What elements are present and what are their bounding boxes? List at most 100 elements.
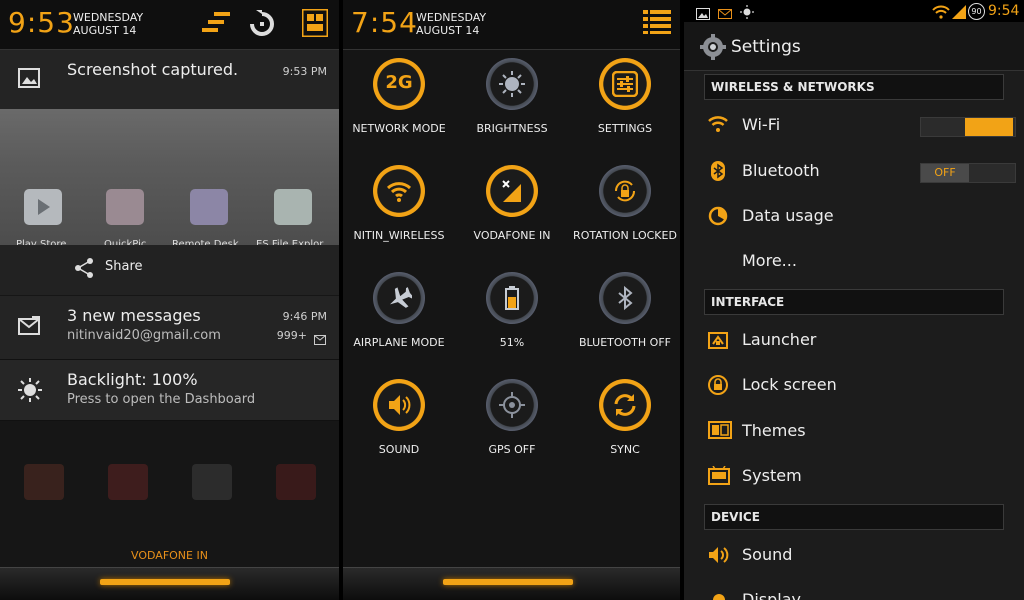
settings-item-label: Sound — [742, 545, 793, 564]
toggle-label: ROTATION LOCKED — [573, 229, 677, 242]
app-icon-play-store — [24, 189, 62, 225]
notification-subtitle: Press to open the Dashboard — [67, 392, 256, 407]
bluetooth-icon — [708, 161, 728, 185]
list-view-icon[interactable] — [643, 10, 671, 38]
notification-shade: 9:53 WEDNESDAY AUGUST 14 Screenshot captu… — [0, 0, 339, 600]
settings-item-wifi[interactable]: Wi-Fi — [708, 111, 1016, 141]
toggle-label: VODAFONE IN — [473, 229, 551, 242]
share-action-row: Share — [0, 245, 339, 295]
settings-item-display[interactable]: Display — [708, 586, 1008, 600]
app-icon-quickpic — [106, 189, 144, 225]
display-icon — [708, 590, 730, 600]
brightness-icon — [18, 378, 42, 406]
lock-icon — [708, 375, 728, 399]
bluetooth-switch[interactable]: OFF — [920, 163, 1016, 183]
settings-sliders-icon — [599, 58, 651, 110]
settings-item-label: Bluetooth — [742, 161, 820, 180]
brightness-icon — [486, 58, 538, 110]
share-icon[interactable] — [74, 257, 94, 283]
switch-off-knob: OFF — [921, 164, 969, 182]
action-bar: Settings — [684, 22, 1024, 71]
clear-all-icon[interactable] — [202, 10, 232, 40]
settings-item-label: System — [742, 466, 802, 485]
dimmed-homescreen — [0, 420, 339, 560]
settings-item-launcher[interactable]: Launcher — [708, 326, 1008, 356]
wifi-icon — [373, 165, 425, 217]
notification-time: 9:53 PM — [282, 65, 327, 78]
status-clock: 9:54 — [988, 3, 1020, 19]
toggle-label: 51% — [499, 336, 525, 349]
switch-on-knob — [965, 118, 1013, 136]
status-bar: 90 9:54 — [684, 0, 1024, 22]
recent-icon[interactable] — [248, 10, 276, 42]
themes-icon — [708, 421, 732, 443]
carrier-label: VODAFONE IN — [131, 549, 208, 562]
section-header-wireless: WIRELESS & NETWORKS — [704, 74, 1004, 100]
settings-gear-icon[interactable] — [700, 34, 726, 64]
toggle-label: NETWORK MODE — [352, 122, 446, 135]
toggle-brightness[interactable]: BRIGHTNESS — [456, 58, 568, 135]
quick-settings-header: 7:54 WEDNESDAY AUGUST 14 — [343, 0, 680, 50]
toggle-sync[interactable]: SYNC — [569, 379, 680, 456]
settings-item-label: Display — [742, 590, 801, 600]
wifi-switch[interactable] — [920, 117, 1016, 137]
launcher-icon — [708, 330, 728, 354]
settings-screen: 90 9:54 Settings WIRELESS & NETWORKS Wi-… — [684, 0, 1024, 600]
notification-title: Screenshot captured. — [67, 60, 239, 79]
sync-icon — [599, 379, 651, 431]
settings-item-lock-screen[interactable]: Lock screen — [708, 371, 1008, 401]
drag-handle[interactable] — [100, 579, 230, 585]
toggle-rotation[interactable]: ROTATION LOCKED — [569, 165, 680, 242]
toggle-label: GPS OFF — [488, 443, 536, 456]
settings-grid-icon[interactable] — [300, 7, 330, 41]
settings-item-data-usage[interactable]: Data usage — [708, 202, 1008, 232]
drag-handle[interactable] — [443, 579, 573, 585]
system-icon — [708, 465, 730, 490]
notification-time: 9:46 PM — [282, 310, 327, 323]
toggle-airplane[interactable]: AIRPLANE MODE — [343, 272, 455, 349]
notification-title: Backlight: 100% — [67, 370, 198, 389]
date: WEDNESDAY AUGUST 14 — [73, 11, 144, 37]
settings-item-sound[interactable]: Sound — [708, 541, 1008, 571]
wifi-icon — [708, 115, 728, 137]
toggle-mobile-data[interactable]: VODAFONE IN — [456, 165, 568, 242]
toggle-network-mode[interactable]: 2G NETWORK MODE — [343, 58, 455, 135]
toggle-battery[interactable]: 51% — [456, 272, 568, 349]
settings-item-label: Lock screen — [742, 375, 837, 394]
battery-badge: 90 — [968, 3, 985, 20]
share-button[interactable]: Share — [105, 259, 143, 274]
date: WEDNESDAY AUGUST 14 — [416, 11, 487, 37]
notification-screenshot[interactable]: Screenshot captured. 9:53 PM — [0, 50, 339, 110]
toggle-bluetooth[interactable]: BLUETOOTH OFF — [569, 272, 680, 349]
shade-header: 9:53 WEDNESDAY AUGUST 14 — [0, 0, 339, 50]
settings-item-system[interactable]: System — [708, 462, 1008, 492]
wifi-status-icon — [932, 4, 950, 23]
notification-messages[interactable]: 3 new messages nitinvaid20@gmail.com 9:4… — [0, 296, 339, 360]
toggle-sound[interactable]: SOUND — [343, 379, 455, 456]
envelope-icon — [314, 330, 326, 349]
toggle-label: SYNC — [610, 443, 640, 456]
toggle-settings[interactable]: SETTINGS — [569, 58, 680, 135]
settings-item-more[interactable]: More... — [708, 247, 1008, 277]
clock: 7:54 — [351, 6, 418, 39]
section-header-device: DEVICE — [704, 504, 1004, 530]
bluetooth-icon — [599, 272, 651, 324]
app-icon-es-file-explorer — [274, 189, 312, 225]
signal-status-icon — [952, 4, 966, 23]
rotation-lock-icon — [599, 165, 651, 217]
toggle-wifi[interactable]: NITIN_WIRELESS — [343, 165, 455, 242]
notification-account: nitinvaid20@gmail.com — [67, 328, 221, 343]
section-header-interface: INTERFACE — [704, 289, 1004, 315]
screenshot-preview: Play Store QuickPic Remote Desk... ES Fi… — [0, 109, 339, 250]
app-icon-remote-desktop — [190, 189, 228, 225]
toggle-gps[interactable]: GPS OFF — [456, 379, 568, 456]
settings-item-label: More... — [742, 251, 797, 270]
gps-icon — [486, 379, 538, 431]
mail-icon — [18, 316, 42, 340]
toggle-label: NITIN_WIRELESS — [353, 229, 445, 242]
settings-item-bluetooth[interactable]: Bluetooth OFF — [708, 157, 1016, 187]
message-count: 999+ — [276, 329, 307, 342]
settings-item-themes[interactable]: Themes — [708, 417, 1008, 447]
battery-icon — [486, 272, 538, 324]
notification-backlight[interactable]: Backlight: 100% Press to open the Dashbo… — [0, 360, 339, 421]
